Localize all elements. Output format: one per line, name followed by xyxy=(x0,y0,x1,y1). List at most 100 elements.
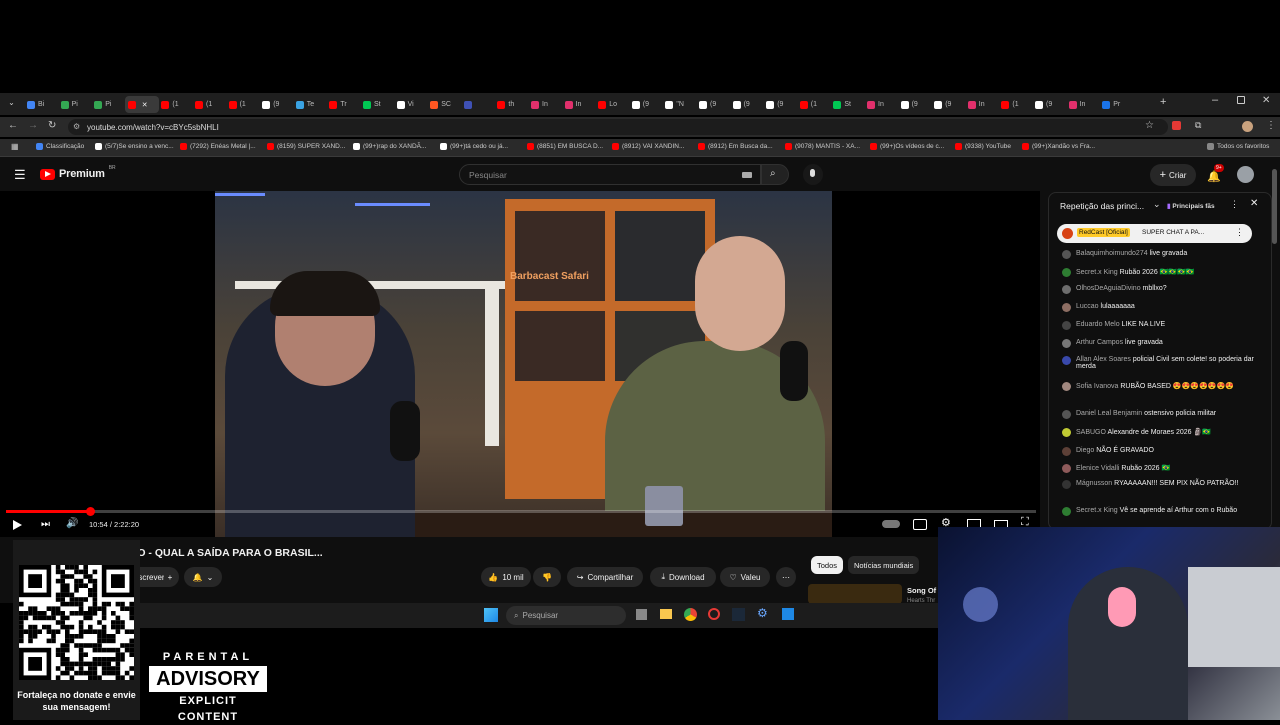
dislike-button[interactable]: 👎 xyxy=(533,567,561,587)
steam-icon[interactable] xyxy=(732,608,745,621)
browser-tab[interactable]: (9 xyxy=(1032,96,1066,113)
bookmark-item[interactable]: (99+)Xandão vs Fra... xyxy=(1022,143,1095,150)
scrollbar[interactable] xyxy=(1272,169,1277,244)
chat-author[interactable]: Balaquimhoimundo274 xyxy=(1076,250,1150,257)
browser-tab[interactable]: (9 xyxy=(931,96,965,113)
new-tab-icon[interactable]: + xyxy=(1160,96,1166,108)
browser-tab[interactable]: (1 xyxy=(226,96,260,113)
chat-message[interactable]: Balaquimhoimundo274 live gravada xyxy=(1062,250,1262,259)
browser-tab[interactable]: In xyxy=(965,96,999,113)
tab-search-icon[interactable]: ⌄ xyxy=(6,98,17,109)
bookmark-item[interactable]: (99+)tá cedo ou já... xyxy=(440,143,508,150)
profile-avatar[interactable] xyxy=(1242,121,1253,132)
search-button[interactable]: ⌕ xyxy=(761,164,789,185)
bookmark-item[interactable]: (99+)Os vídeos de c... xyxy=(870,143,944,150)
browser-tab[interactable]: (9 xyxy=(730,96,764,113)
extension-icon[interactable] xyxy=(1172,121,1181,130)
browser-tab[interactable]: (9 xyxy=(696,96,730,113)
bookmark-item[interactable]: Classificação xyxy=(36,143,84,150)
more-actions-button[interactable]: ⋯ xyxy=(776,567,796,587)
maximize-icon[interactable] xyxy=(1237,96,1245,104)
browser-tab[interactable]: th xyxy=(494,96,528,113)
notification-bell-button[interactable]: 🔔 ⌄ xyxy=(184,567,222,587)
chip-all[interactable]: Todos xyxy=(811,556,844,574)
task-view-icon[interactable] xyxy=(636,609,647,620)
browser-tab[interactable]: Pi xyxy=(58,96,92,113)
app-icon[interactable] xyxy=(708,608,720,620)
download-button[interactable]: ⤓ Download xyxy=(650,567,716,587)
rec-title[interactable]: Song Of xyxy=(907,586,936,595)
bookmark-item[interactable]: (8912) VAI XANDIN... xyxy=(612,143,684,150)
like-button[interactable]: 👍 10 mil xyxy=(481,567,531,587)
file-explorer-icon[interactable] xyxy=(660,609,672,619)
chat-message[interactable]: OlhosDeAguiaDivino mbllxo? xyxy=(1062,285,1262,294)
video-frame[interactable]: Barbacast Safari xyxy=(215,191,832,537)
reload-icon[interactable]: ↻ xyxy=(48,120,56,131)
video-player[interactable]: Barbacast Safari ⏭ 🔊 10:54 / 2:22:20 ⚙ ⛶ xyxy=(0,191,1040,537)
forward-icon[interactable]: → xyxy=(28,120,38,131)
star-icon[interactable]: ☆ xyxy=(1145,120,1154,131)
browser-tab[interactable]: In xyxy=(562,96,596,113)
chat-author[interactable]: SABUGO xyxy=(1076,429,1108,436)
chat-message[interactable]: Secret.x King Rubão 2026 🇧🇷🇧🇷🇧🇷🇧🇷 xyxy=(1062,268,1262,277)
chip-world-news[interactable]: Notícias mundiais xyxy=(848,556,920,574)
progress-bar[interactable] xyxy=(6,507,1036,516)
bookmark-item[interactable]: (7292) Enéas Metal |... xyxy=(180,143,256,150)
hamburger-menu-icon[interactable]: ☰ xyxy=(14,167,26,183)
all-favorites[interactable]: Todos os favoritos xyxy=(1207,143,1269,150)
browser-tab[interactable]: SC xyxy=(427,96,461,113)
browser-tab[interactable]: In xyxy=(528,96,562,113)
pinned-menu-icon[interactable]: ⋮ xyxy=(1235,227,1244,238)
chat-header-title[interactable]: Repetição das princi... xyxy=(1060,201,1144,211)
share-button[interactable]: ↪ Compartilhar xyxy=(567,567,643,587)
chat-author[interactable]: Arthur Campos xyxy=(1076,339,1125,346)
browser-tab[interactable]: ✕ xyxy=(124,96,159,113)
browser-tab[interactable]: (9 xyxy=(763,96,797,113)
close-tab-icon[interactable]: ✕ xyxy=(142,101,148,109)
bookmark-item[interactable]: (8912) Em Busca da... xyxy=(698,143,773,150)
bookmark-item[interactable]: (9078) MANTIS - XA... xyxy=(785,143,860,150)
chat-message[interactable]: Luccao lulaaaaaaa xyxy=(1062,303,1262,312)
chat-message[interactable]: Eduardo Melo LIKE NA LIVE xyxy=(1062,321,1262,330)
browser-tab[interactable]: St xyxy=(360,96,394,113)
browser-tab[interactable]: St xyxy=(830,96,864,113)
bookmark-item[interactable]: (8159) SUPER XAND... xyxy=(267,143,345,150)
chat-message[interactable]: Elenice Vidalli Rubão 2026 🇧🇷 xyxy=(1062,464,1262,473)
app-icon[interactable] xyxy=(782,608,794,620)
browser-tab[interactable]: Tr xyxy=(326,96,360,113)
browser-tab[interactable]: (9 xyxy=(259,96,293,113)
browser-tab[interactable]: Pi xyxy=(91,96,125,113)
browser-tab[interactable]: Te xyxy=(293,96,327,113)
chat-author[interactable]: Secret.x King xyxy=(1076,507,1120,514)
close-window-icon[interactable]: ✕ xyxy=(1262,95,1270,106)
chat-author[interactable]: Eduardo Melo xyxy=(1076,321,1122,328)
browser-tab[interactable]: Pr xyxy=(1099,96,1133,113)
progress-knob[interactable] xyxy=(86,507,96,516)
rec-thumbnail[interactable] xyxy=(808,584,902,604)
chat-author[interactable]: Daniel Leal Benjamin xyxy=(1076,410,1144,417)
youtube-logo[interactable]: Premium BR xyxy=(40,165,116,180)
keyboard-icon[interactable] xyxy=(742,172,752,178)
browser-tab[interactable]: Vi xyxy=(394,96,428,113)
extensions-icon[interactable]: ⧉ xyxy=(1195,120,1201,131)
chat-author[interactable]: Secret.x King xyxy=(1076,269,1120,276)
bookmark-item[interactable]: (5/7)Se ensino a venc... xyxy=(95,143,174,150)
chat-message[interactable]: Secret.x King Vê se aprende aí Arthur co… xyxy=(1062,507,1262,516)
site-info-icon[interactable]: ⚙ xyxy=(73,122,80,131)
browser-tab[interactable]: In xyxy=(864,96,898,113)
account-avatar[interactable] xyxy=(1237,166,1254,183)
url-bar[interactable]: ⚙ youtube.com/watch?v=cBYc5sbNHLI xyxy=(68,119,1168,135)
minimize-icon[interactable]: – xyxy=(1212,94,1218,106)
volume-icon[interactable]: 🔊 xyxy=(66,518,78,529)
chat-author[interactable]: OlhosDeAguiaDivino xyxy=(1076,285,1143,292)
thanks-button[interactable]: ♡ Valeu xyxy=(720,567,770,587)
browser-tab[interactable]: (1 xyxy=(797,96,831,113)
browser-tab[interactable]: Lo xyxy=(595,96,629,113)
browser-tab[interactable]: (1 xyxy=(158,96,192,113)
play-icon[interactable] xyxy=(13,520,22,530)
chat-message[interactable]: Allan Alex Soares policial Civil sem col… xyxy=(1062,356,1262,370)
chat-author[interactable]: Elenice Vidalli xyxy=(1076,465,1121,472)
autoplay-toggle[interactable] xyxy=(882,520,900,528)
windows-start-icon[interactable] xyxy=(484,608,498,622)
subtitles-icon[interactable] xyxy=(913,519,927,530)
